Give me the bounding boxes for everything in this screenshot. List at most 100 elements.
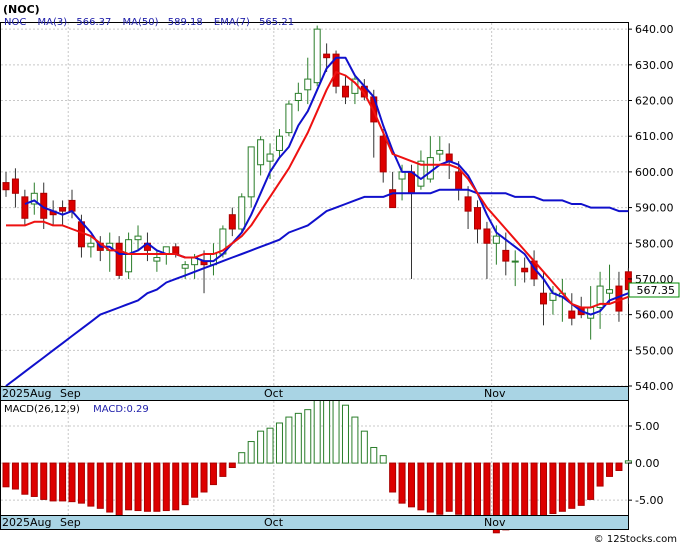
macd-bar [464, 462, 472, 523]
macd-bar [577, 462, 585, 506]
last-price-label: 567.35 [628, 282, 680, 298]
macd-bar [558, 462, 566, 512]
date-bar-bottom [0, 515, 629, 530]
candle-body [521, 267, 529, 273]
macd-bar [587, 462, 595, 500]
legend-ma50-value: 589.18 [168, 17, 203, 28]
candle-body [492, 235, 500, 244]
macd-bar [115, 462, 123, 517]
macd-bar [162, 462, 170, 512]
macd-bar [436, 462, 444, 515]
macd-bar [313, 397, 321, 464]
candle-body [483, 228, 491, 244]
macd-y-axis: 5.00 0.00 -5.00 [628, 420, 663, 507]
macd-bar [209, 462, 217, 486]
macd-bar [407, 462, 415, 508]
price-tick-label: 550.00 [635, 344, 674, 357]
macd-bar [40, 462, 48, 500]
candle-body [511, 260, 519, 263]
candle-body [304, 78, 312, 91]
candle-body [181, 264, 189, 269]
macd-bar [398, 462, 406, 504]
macd-bar [134, 462, 142, 512]
macd-bar [228, 462, 236, 469]
candle-body [59, 207, 67, 212]
candle-body [294, 92, 302, 102]
candle-body [247, 146, 255, 198]
macd-bar [21, 462, 29, 495]
macd-bar [596, 462, 604, 487]
macd-bar [181, 462, 189, 506]
macd-bar [49, 462, 57, 502]
date-label: Oct [264, 387, 284, 400]
macd-bar [530, 462, 538, 523]
macd-bar [59, 462, 67, 502]
candle-body [11, 178, 19, 194]
macd-bar [332, 399, 340, 464]
date-label: Sep [60, 516, 81, 529]
legend-ema7: EMA(7) [214, 17, 250, 28]
candle-body [115, 242, 123, 276]
macd-tick-label: 0.00 [635, 457, 660, 470]
macd-bar [2, 462, 10, 488]
macd-bar [426, 462, 434, 513]
price-tick-label: 630.00 [635, 59, 674, 72]
macd-bar [191, 462, 199, 498]
candle-body [2, 182, 10, 191]
macd-bar [125, 462, 133, 511]
macd-bar [341, 404, 349, 464]
legend-symbol: NOC [4, 17, 26, 28]
candle-body [474, 207, 481, 230]
date-label: Nov [484, 516, 506, 529]
macd-bar [30, 462, 38, 497]
chart-title: (NOC) [3, 3, 40, 16]
price-tick-label: 560.00 [635, 309, 674, 322]
candle-body [445, 153, 453, 162]
candle-body [323, 53, 331, 59]
macd-bar [257, 430, 265, 464]
candle-body [379, 135, 387, 173]
macd-bar [615, 462, 623, 471]
date-label: Oct [264, 516, 284, 529]
candle-body [426, 157, 434, 180]
candle-body [87, 242, 95, 248]
date-label: 2025Aug [2, 387, 51, 400]
legend-ema7-value: 565.21 [259, 17, 294, 28]
candle-body [407, 171, 415, 194]
macd-bar [96, 462, 104, 509]
macd-bar [351, 416, 359, 464]
stock-chart: 2025Aug Sep Oct Nov 2025Aug Sep Oct Nov 640.00… [0, 3, 680, 545]
macd-bar [219, 462, 227, 477]
macd-bar [247, 441, 255, 464]
price-tick-label: 580.00 [635, 237, 674, 250]
macd-bar [606, 462, 614, 477]
price-tick-label: 610.00 [635, 130, 674, 143]
price-y-axis: 640.00 630.00 620.00 610.00 600.00 590.00 580.… [628, 23, 674, 393]
price-tick-label: 540.00 [635, 380, 674, 393]
macd-bar [389, 462, 397, 493]
macd-bar [143, 462, 151, 512]
macd-bar [275, 422, 283, 464]
macd-bar [549, 462, 557, 515]
candle-body [134, 235, 142, 241]
macd-bar [379, 455, 387, 464]
candle-body [464, 196, 472, 212]
macd-bar [285, 416, 293, 464]
macd-bar [87, 462, 95, 507]
candle-body [125, 239, 133, 273]
candle-body [228, 214, 236, 230]
date-label: 2025Aug [2, 516, 51, 529]
macd-bar [238, 452, 246, 464]
macd-bar [77, 462, 85, 504]
candle-body [313, 28, 321, 84]
macd-bar [304, 409, 312, 464]
candle-body [266, 153, 274, 162]
candle-body [285, 103, 293, 134]
legend-macd-params: MACD(26,12,9) [4, 404, 80, 415]
candle-body [568, 310, 576, 319]
candle-body [172, 246, 180, 255]
macd-bar [323, 394, 331, 464]
candle-body [436, 149, 444, 155]
macd-bar [445, 462, 453, 512]
candle-body [21, 196, 29, 219]
